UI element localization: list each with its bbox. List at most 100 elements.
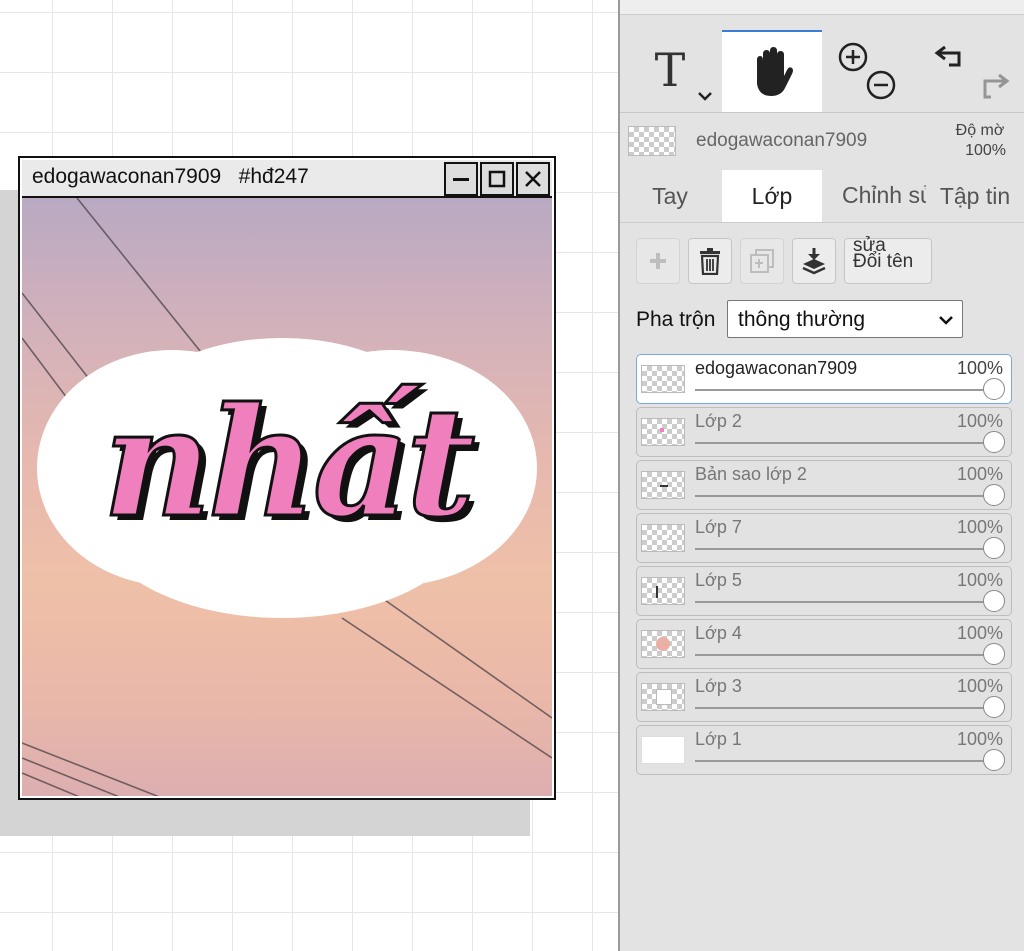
layer-thumbnail: [641, 365, 685, 393]
opacity-slider-track[interactable]: [695, 442, 991, 444]
layer-name: edogawaconan7909: [695, 358, 858, 378]
layer-opacity: 100%: [956, 729, 1003, 749]
layer-thumbnail: [641, 577, 685, 605]
tab-tay[interactable]: Tay: [620, 170, 720, 222]
layer-thumbnail: [641, 736, 685, 764]
minimize-button[interactable]: [444, 162, 478, 196]
merge-down-icon: [802, 248, 826, 275]
opacity-slider-handle[interactable]: [983, 484, 1005, 506]
layer-row[interactable]: Lớp 2 100%: [636, 407, 1012, 457]
side-panel: T edogawaconan7909 Độ mờ 100% Tay Lớp Ch…: [618, 0, 1024, 951]
zoom-controls: [828, 30, 908, 110]
opacity-slider-track[interactable]: [695, 548, 991, 550]
artwork-window[interactable]: edogawaconan7909 #hđ247 nhất: [18, 156, 556, 800]
hand-tool-button[interactable]: [722, 30, 822, 112]
close-button[interactable]: [516, 162, 550, 196]
blend-mode-label: Pha trộn: [636, 308, 716, 331]
minimize-icon: [453, 178, 469, 181]
layer-row[interactable]: Lớp 7 100%: [636, 513, 1012, 563]
opacity-slider-handle[interactable]: [983, 696, 1005, 718]
opacity-slider-handle[interactable]: [983, 378, 1005, 400]
tab-label: Tập tin: [939, 182, 1011, 209]
layer-thumbnail: [641, 524, 685, 552]
layer-row[interactable]: Lớp 1 100%: [636, 725, 1012, 775]
blend-mode-row: Pha trộn thông thường: [620, 298, 1024, 340]
layer-name: Lớp 5: [695, 570, 742, 590]
opacity-slider-track[interactable]: [695, 654, 991, 656]
layer-opacity: 100%: [956, 676, 1003, 696]
layer-thumbnail: [641, 630, 685, 658]
tab-label: Tay: [652, 182, 688, 209]
opacity-slider-track[interactable]: [695, 707, 991, 709]
zoom-in-icon: [838, 42, 868, 72]
layer-thumbnail: [641, 471, 685, 499]
window-titlebar[interactable]: edogawaconan7909 #hđ247: [22, 160, 552, 198]
opacity-slider-track[interactable]: [695, 760, 991, 762]
layer-opacity: 100%: [956, 464, 1003, 484]
maximize-icon: [488, 170, 506, 188]
layer-thumbnail: [641, 418, 685, 446]
sky-photo: nhất: [22, 198, 552, 796]
plus-icon: [650, 253, 666, 269]
tool-row: T: [620, 30, 1024, 113]
tab-tap-tin[interactable]: Tập tin: [926, 170, 1024, 222]
duplicate-layer-button[interactable]: [740, 238, 784, 284]
layer-name: Lớp 7: [695, 517, 742, 537]
layer-row[interactable]: edogawaconan7909 100%: [636, 354, 1012, 404]
layer-opacity: 100%: [956, 517, 1003, 537]
layer-name: Lớp 2: [695, 411, 742, 431]
opacity-slider-track[interactable]: [695, 389, 991, 391]
rename-label: Đổi tên: [853, 251, 914, 272]
blend-mode-select[interactable]: thông thường: [727, 300, 963, 338]
opacity-slider-handle[interactable]: [983, 643, 1005, 665]
layer-name: Lớp 1: [695, 729, 742, 749]
text-tool-icon: T: [654, 43, 686, 97]
current-layer-header: edogawaconan7909 Độ mờ 100%: [620, 116, 1024, 166]
chevron-down-icon[interactable]: [696, 90, 714, 102]
opacity-slider-track[interactable]: [695, 495, 991, 497]
zoom-out-icon: [866, 70, 896, 100]
tab-chinh-sua[interactable]: Chỉnh sửa: [826, 170, 926, 222]
trash-icon: [700, 248, 720, 275]
layer-actions: sửa Đổi tên: [620, 235, 1024, 286]
layer-row[interactable]: Lớp 4 100%: [636, 619, 1012, 669]
layer-opacity: 100%: [956, 411, 1003, 431]
close-icon: [525, 171, 541, 187]
delete-layer-button[interactable]: [688, 238, 732, 284]
blend-mode-value: thông thường: [738, 308, 866, 331]
layer-name: Bản sao lớp 2: [695, 464, 807, 484]
layer-thumbnail: [641, 683, 685, 711]
opacity-slider-handle[interactable]: [983, 537, 1005, 559]
layer-row[interactable]: Lớp 5 100%: [636, 566, 1012, 616]
redo-icon: [983, 73, 1009, 99]
opacity-slider-handle[interactable]: [983, 590, 1005, 612]
layer-opacity: 100%: [956, 623, 1003, 643]
layer-name: Lớp 4: [695, 623, 742, 643]
opacity-value: 100%: [965, 142, 1006, 159]
opacity-slider-handle[interactable]: [983, 749, 1005, 771]
tab-lop[interactable]: Lớp: [722, 170, 822, 222]
layer-opacity: 100%: [956, 570, 1003, 590]
maximize-button[interactable]: [480, 162, 514, 196]
undo-icon: [934, 45, 960, 67]
tab-label: Lớp: [751, 182, 793, 209]
current-layer-thumbnail: [628, 126, 676, 156]
rename-layer-button[interactable]: sửa Đổi tên: [844, 235, 932, 284]
layer-row[interactable]: Bản sao lớp 2 100%: [636, 460, 1012, 510]
layer-row[interactable]: Lớp 3 100%: [636, 672, 1012, 722]
panel-tabs: Tay Lớp Chỉnh sửa Tập tin: [620, 170, 1024, 223]
add-layer-button[interactable]: [636, 238, 680, 284]
merge-down-button[interactable]: [792, 238, 836, 284]
opacity-slider-track[interactable]: [695, 601, 991, 603]
text-tool-button[interactable]: T: [620, 30, 720, 110]
artwork-lettering: nhất: [101, 375, 477, 551]
layer-name: Lớp 3: [695, 676, 742, 696]
layer-opacity: 100%: [956, 358, 1003, 378]
duplicate-icon: [750, 249, 774, 273]
current-layer-name: edogawaconan7909: [696, 130, 868, 151]
opacity-slider-handle[interactable]: [983, 431, 1005, 453]
hand-icon: [757, 47, 793, 96]
zoom-icons: [838, 42, 896, 100]
history-controls: [925, 30, 1020, 110]
opacity-label: Độ mờ: [955, 122, 1005, 139]
